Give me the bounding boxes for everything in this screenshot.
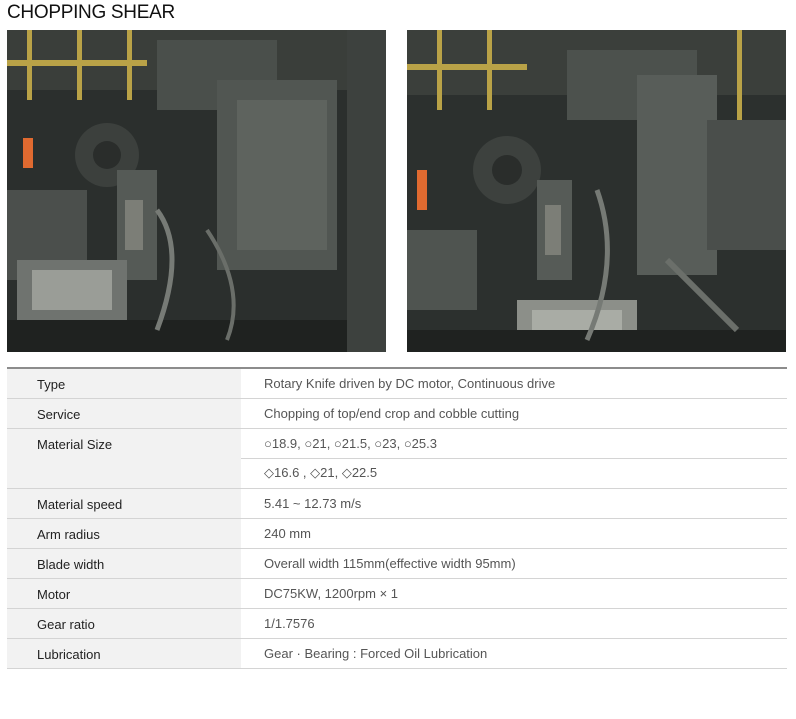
machine-photo-right-image: [407, 30, 786, 352]
spec-label: Type: [7, 368, 241, 399]
spec-row: Lubrication Gear · Bearing : Forced Oil L…: [7, 638, 787, 669]
spec-table: Type Rotary Knife driven by DC motor, Con…: [7, 367, 787, 669]
spec-value: Gear · Bearing : Forced Oil Lubrication: [241, 638, 787, 669]
page-title: CHOPPING SHEAR: [7, 2, 175, 23]
spec-label: Gear ratio: [7, 608, 241, 639]
spec-row: Service Chopping of top/end crop and cobb…: [7, 398, 787, 429]
spec-label: Lubrication: [7, 638, 241, 669]
spec-value: Overall width 115mm(effective width 95mm…: [241, 548, 787, 579]
spec-label: Material speed: [7, 488, 241, 519]
spec-value: 1/1.7576: [241, 608, 787, 639]
spec-value: 5.41 ~ 12.73 m/s: [241, 488, 787, 519]
spec-label: Material Size: [7, 428, 241, 489]
spec-value: 240 mm: [241, 518, 787, 549]
spec-label: Service: [7, 398, 241, 429]
spec-row: Blade width Overall width 115mm(effective…: [7, 548, 787, 579]
spec-value: ○18.9, ○21, ○21.5, ○23, ○25.3: [241, 428, 787, 459]
spec-row: Motor DC75KW, 1200rpm × 1: [7, 578, 787, 609]
spec-value: DC75KW, 1200rpm × 1: [241, 578, 787, 609]
machine-photo-left: [7, 30, 386, 352]
spec-row: Arm radius 240 mm: [7, 518, 787, 549]
spec-value: Rotary Knife driven by DC motor, Continu…: [241, 368, 787, 399]
spec-row: Material Size ○18.9, ○21, ○21.5, ○23, ○25…: [7, 428, 787, 489]
machine-photo-right: [407, 30, 786, 352]
spec-table-body: Type Rotary Knife driven by DC motor, Con…: [7, 368, 787, 669]
spec-value: ◇16.6 , ◇21, ◇22.5: [241, 458, 787, 489]
spec-value: Chopping of top/end crop and cobble cutt…: [241, 398, 787, 429]
spec-row: Material speed 5.41 ~ 12.73 m/s: [7, 488, 787, 519]
spec-row: Type Rotary Knife driven by DC motor, Con…: [7, 368, 787, 399]
spec-label: Motor: [7, 578, 241, 609]
spec-label: Arm radius: [7, 518, 241, 549]
spec-label: Blade width: [7, 548, 241, 579]
machine-photo-left-image: [7, 30, 386, 352]
spec-row: Gear ratio 1/1.7576: [7, 608, 787, 639]
